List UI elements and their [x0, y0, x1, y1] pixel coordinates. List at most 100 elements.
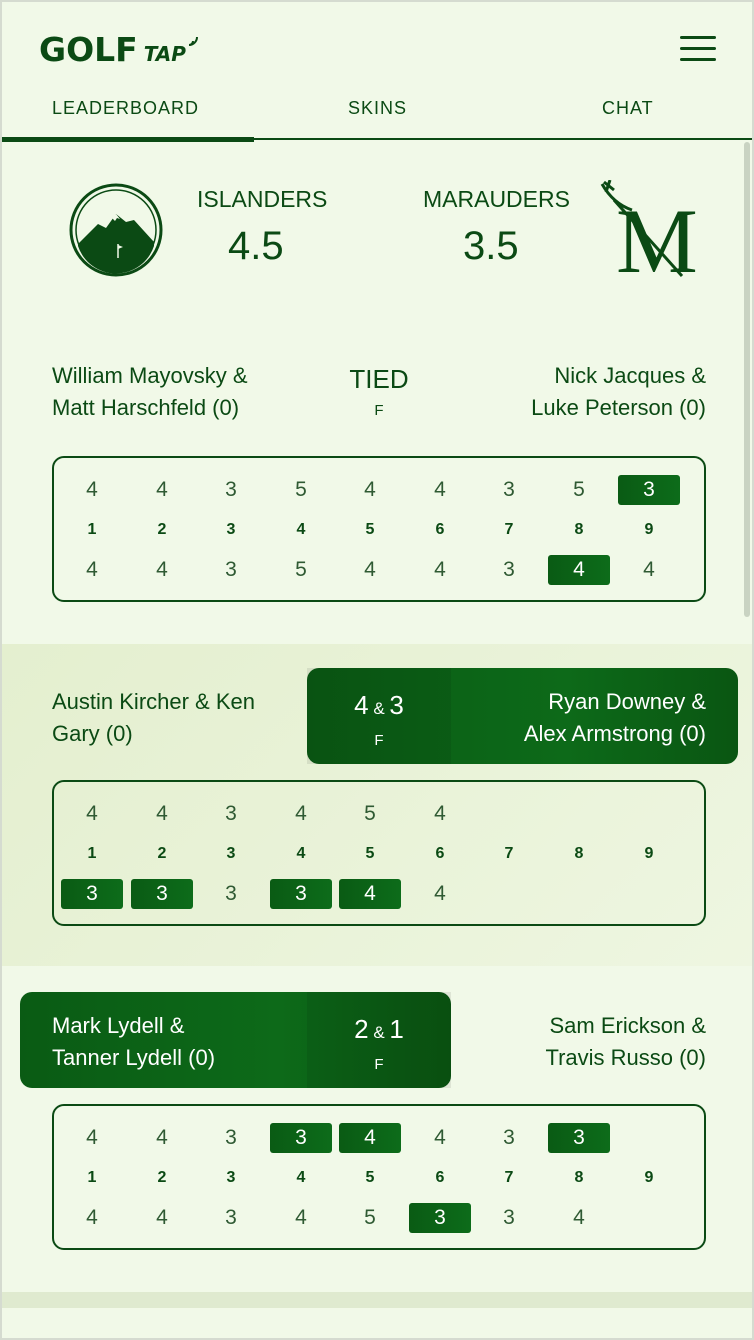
logo-sub-text: TAP [143, 42, 186, 66]
hole-score: 3 [270, 1123, 332, 1153]
hole-score: 4 [295, 1206, 307, 1229]
hole-number: 4 [296, 1169, 306, 1186]
hole-score: 3 [225, 1126, 237, 1149]
hole-score: 4 [86, 1206, 98, 1229]
hole-score: 4 [295, 802, 307, 825]
hole-score: 4 [156, 802, 168, 825]
right-pair-names: Ryan Downey & Alex Armstrong (0) [524, 686, 706, 750]
hole-number-row: 1 2 3 4 5 6 7 8 9 [54, 1163, 704, 1195]
hole-score: 3 [409, 1203, 471, 1233]
player-name: Matt Harschfeld (0) [52, 395, 240, 420]
hole-number: 5 [365, 521, 375, 538]
bottom-score-row: 4 4 3 5 4 4 3 4 4 [54, 555, 704, 587]
player-name: Nick Jacques & [554, 363, 706, 388]
hole-score: 3 [61, 879, 123, 909]
svg-text:M: M [616, 190, 698, 282]
result-secondary: 3 [389, 690, 404, 720]
hole-number: 4 [296, 845, 306, 862]
hole-score: 4 [434, 1126, 446, 1149]
hole-score: 3 [225, 1206, 237, 1229]
hole-number: 1 [87, 521, 97, 538]
app-frame: GOLF TAP LEADERBOARD SKINS CHAT ISLANDER… [0, 0, 754, 1340]
hole-score: 3 [503, 1206, 515, 1229]
hole-number: 2 [157, 1169, 167, 1186]
match-block[interactable]: Mark Lydell & Tanner Lydell (0) Sam Ericks… [2, 968, 752, 1290]
hole-score: 5 [295, 478, 307, 501]
hole-number: 1 [87, 1169, 97, 1186]
tab-skins[interactable]: SKINS [348, 98, 407, 119]
team-right-score: 3.5 [463, 224, 519, 268]
hole-score: 4 [156, 1126, 168, 1149]
top-score-row: 4 4 3 4 5 4 [54, 799, 704, 831]
hole-number: 8 [574, 1169, 584, 1186]
hole-number: 9 [644, 845, 654, 862]
hole-number: 7 [504, 521, 514, 538]
hole-score: 3 [503, 558, 515, 581]
hole-score: 4 [86, 1126, 98, 1149]
hole-score: 4 [364, 478, 376, 501]
hole-number: 9 [644, 1169, 654, 1186]
hole-score: 4 [156, 1206, 168, 1229]
match-state: F [374, 1056, 384, 1073]
hole-score: 4 [86, 802, 98, 825]
hole-score: 4 [364, 558, 376, 581]
hole-score: 3 [225, 802, 237, 825]
bottom-score-row: 4 4 3 4 5 3 3 4 [54, 1203, 704, 1235]
match-state: F [374, 402, 384, 419]
hole-number: 4 [296, 521, 306, 538]
player-name: William Mayovsky & [52, 363, 248, 388]
player-name: Sam Erickson & [549, 1013, 707, 1038]
hole-score: 4 [86, 478, 98, 501]
hole-number: 2 [157, 845, 167, 862]
hole-number: 7 [504, 845, 514, 862]
player-name: Alex Armstrong (0) [523, 721, 706, 746]
hole-score: 3 [225, 558, 237, 581]
left-pair-names: Austin Kircher & Ken Gary (0) [52, 686, 255, 750]
hole-score: 3 [503, 478, 515, 501]
result-amp: & [368, 699, 390, 718]
hole-score: 4 [339, 1123, 401, 1153]
right-pair-names: Nick Jacques & Luke Peterson (0) [531, 360, 706, 424]
player-name: Travis Russo (0) [545, 1045, 706, 1070]
result-amp: & [368, 1023, 390, 1042]
hole-scorecard: 443454123456789333344 [52, 780, 706, 926]
team-right-name: MARAUDERS [423, 186, 570, 212]
bottom-divider [2, 1292, 752, 1308]
hole-score: 3 [131, 879, 193, 909]
tab-bar: LEADERBOARD SKINS CHAT [2, 88, 752, 142]
marauders-sword-logo: M [600, 180, 698, 282]
logo-main-text: GOLF [39, 30, 138, 69]
hole-score: 4 [156, 558, 168, 581]
hole-score: 4 [548, 555, 610, 585]
active-tab-indicator [2, 137, 254, 142]
match-block[interactable]: William Mayovsky & Matt Harschfeld (0) Nic… [2, 342, 752, 642]
hole-score: 3 [270, 879, 332, 909]
match-state: F [374, 732, 384, 749]
hole-score: 4 [86, 558, 98, 581]
hole-scorecard: 4433443312345678944345334 [52, 1104, 706, 1250]
hole-number: 3 [226, 521, 236, 538]
signal-icon [188, 36, 198, 46]
hole-score: 3 [503, 1126, 515, 1149]
match-status: TIED F [307, 364, 451, 420]
hole-number: 3 [226, 1169, 236, 1186]
tab-leaderboard[interactable]: LEADERBOARD [52, 98, 199, 119]
hole-scorecard: 4 4 3 5 4 4 3 5 3 1 2 3 4 5 6 7 8 9 4 4 3 5 4 4 3 4 4 [52, 456, 706, 602]
tab-chat[interactable]: CHAT [602, 98, 654, 119]
left-pair-names: William Mayovsky & Matt Harschfeld (0) [52, 360, 248, 424]
right-pair-names: Sam Erickson & Travis Russo (0) [545, 1010, 706, 1074]
golftap-logo[interactable]: GOLF TAP [39, 30, 201, 69]
hamburger-menu-icon[interactable] [680, 36, 716, 62]
result-primary: 2 [354, 1014, 369, 1044]
hole-number: 9 [644, 521, 654, 538]
team-left-score: 4.5 [228, 224, 284, 268]
match-block[interactable]: Austin Kircher & Ken Gary (0) Ryan Downey … [2, 644, 752, 966]
player-name: Gary (0) [52, 721, 133, 746]
hole-number-row: 1 2 3 4 5 6 7 8 9 [54, 515, 704, 547]
hole-score: 3 [618, 475, 680, 505]
hole-score: 5 [295, 558, 307, 581]
top-score-row: 4 4 3 5 4 4 3 5 3 [54, 475, 704, 507]
hole-number: 8 [574, 521, 584, 538]
match-result: 2 & 1 [307, 1014, 451, 1048]
hole-number-row: 1 2 3 4 5 6 7 8 9 [54, 839, 704, 871]
